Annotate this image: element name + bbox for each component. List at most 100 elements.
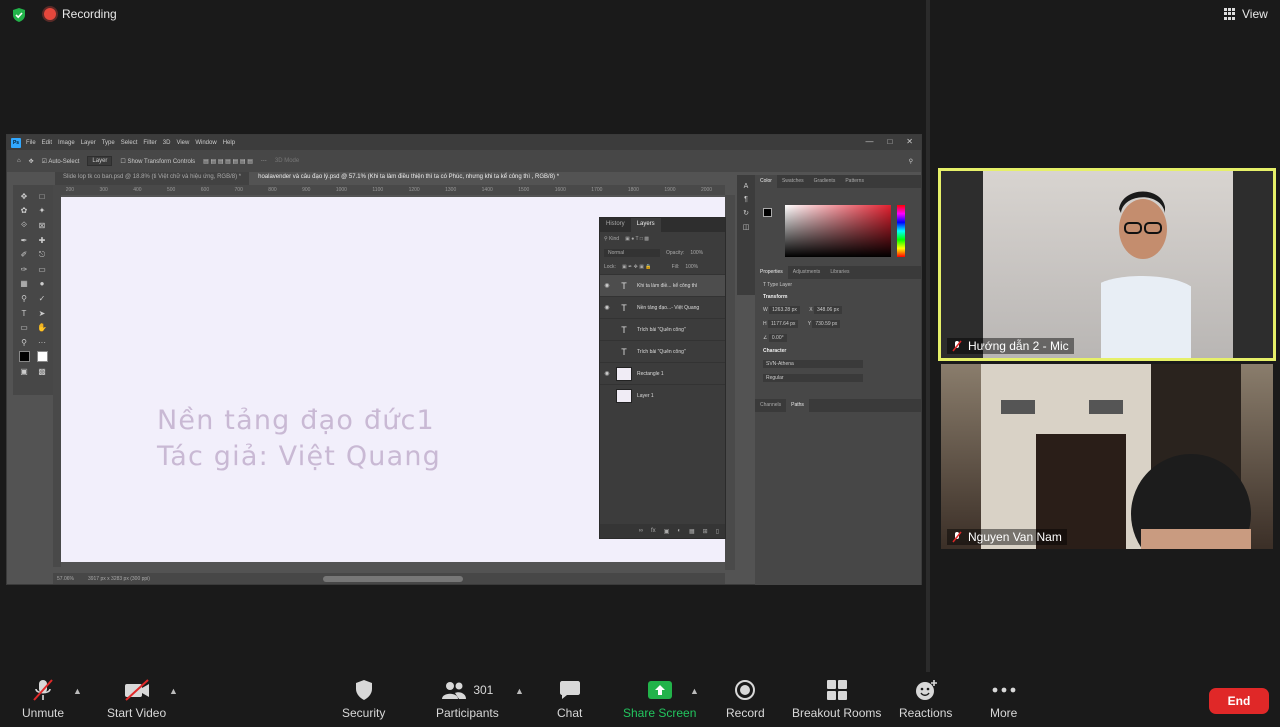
layer-row[interactable]: ◉ T Nền tảng đạo...- Việt Quang xyxy=(600,296,725,318)
kind-filter[interactable]: ⚲ Kind xyxy=(604,236,619,242)
breakout-rooms-button[interactable]: Breakout Rooms xyxy=(792,678,881,720)
height-field[interactable]: 1177.64 px xyxy=(768,320,799,328)
marquee-tool-icon[interactable]: □ xyxy=(33,189,51,204)
ps-menu-item[interactable]: File xyxy=(26,140,36,146)
show-transform-checkbox[interactable]: ☐ Show Transform Controls xyxy=(120,158,195,165)
unmute-button[interactable]: Unmute xyxy=(22,678,64,720)
frame-tool-icon[interactable]: ⊠ xyxy=(33,218,51,233)
crop-tool-icon[interactable]: ⟐ xyxy=(15,218,33,233)
chevron-up-icon[interactable]: ▲ xyxy=(515,686,524,696)
ps-horizontal-scrollbar[interactable] xyxy=(323,576,463,582)
tab-libraries[interactable]: Libraries xyxy=(825,266,854,279)
color-swatches[interactable] xyxy=(763,208,777,222)
layer-row[interactable]: Layer 1 xyxy=(600,384,725,406)
eye-icon[interactable]: ◉ xyxy=(600,304,614,311)
tab-layers[interactable]: Layers xyxy=(630,218,661,232)
shape-tool-icon[interactable]: ▭ xyxy=(15,320,33,335)
hue-slider[interactable] xyxy=(897,205,905,257)
tab-paths[interactable]: Paths xyxy=(786,399,809,412)
tab-channels[interactable]: Channels xyxy=(755,399,786,412)
y-field[interactable]: 730.59 px xyxy=(812,320,841,328)
font-family-dropdown[interactable]: SVN-Athena xyxy=(763,360,863,368)
stamp-tool-icon[interactable]: ⎋ xyxy=(33,247,51,262)
chat-button[interactable]: Chat xyxy=(557,678,582,720)
eraser-icon[interactable]: ▭ xyxy=(33,262,51,277)
share-screen-button[interactable]: Share Screen xyxy=(623,678,696,720)
font-style-dropdown[interactable]: Regular xyxy=(763,374,863,382)
ps-menu-item[interactable]: Select xyxy=(121,140,138,146)
filter-icons[interactable]: ▣ ● T □ ▩ xyxy=(625,236,649,242)
ps-menu-item[interactable]: Filter xyxy=(143,140,156,146)
ps-menu-item[interactable]: Type xyxy=(102,140,115,146)
lasso-tool-icon[interactable]: ✿ xyxy=(15,204,33,219)
maximize-icon[interactable]: □ xyxy=(887,137,892,146)
dodge-tool-icon[interactable]: ⚲ xyxy=(15,291,33,306)
eyedropper-icon[interactable]: ✒ xyxy=(15,233,33,248)
trash-icon[interactable]: ▯ xyxy=(716,528,719,535)
minimize-icon[interactable]: — xyxy=(865,137,873,146)
more-icon[interactable]: ··· xyxy=(261,158,267,164)
more-tools-icon[interactable]: ··· xyxy=(33,335,51,350)
doc-tab-active[interactable]: hoalavender và câu đạo lý.psd @ 57.1% (K… xyxy=(250,172,568,185)
fx-icon[interactable]: fx xyxy=(651,528,656,534)
chevron-up-icon[interactable]: ▲ xyxy=(73,686,82,696)
split-divider[interactable] xyxy=(926,0,930,672)
tab-gradients[interactable]: Gradients xyxy=(809,175,841,188)
transform-heading[interactable]: Transform xyxy=(755,291,921,303)
move-tool-icon[interactable]: ✥ xyxy=(29,158,34,165)
home-icon[interactable]: ⌂ xyxy=(17,158,21,164)
folder-icon[interactable]: ▦ xyxy=(689,528,695,535)
gradient-tool-icon[interactable]: ▦ xyxy=(15,277,33,292)
align-icons[interactable]: ▤ ▤ ▤ ▤ ▤ ▤ ▤ xyxy=(203,158,253,165)
tab-adjustments[interactable]: Adjustments xyxy=(788,266,826,279)
move-tool-icon[interactable]: ✥ xyxy=(15,189,33,204)
participants-button[interactable]: 301 Participants xyxy=(436,678,499,720)
record-button[interactable]: Record xyxy=(726,678,765,720)
opacity-value[interactable]: 100% xyxy=(690,250,703,256)
ps-menu-item[interactable]: Help xyxy=(223,140,235,146)
start-video-button[interactable]: Start Video xyxy=(107,678,166,720)
tab-patterns[interactable]: Patterns xyxy=(840,175,869,188)
security-button[interactable]: Security xyxy=(342,678,385,720)
tab-properties[interactable]: Properties xyxy=(755,266,788,279)
layer-row[interactable]: T Trích bài "Quên công" xyxy=(600,340,725,362)
angle-field[interactable]: 0.00° xyxy=(768,334,787,342)
zoom-level[interactable]: 57.06% xyxy=(57,576,74,582)
ps-menu-item[interactable]: Window xyxy=(195,140,216,146)
layer-select-dropdown[interactable]: Layer xyxy=(87,156,113,166)
type-tool-icon[interactable]: T xyxy=(15,306,33,321)
zoom-tool-icon[interactable]: ⚲ xyxy=(15,335,33,350)
blend-mode-dropdown[interactable]: Normal xyxy=(604,249,660,257)
ps-menu-item[interactable]: Edit xyxy=(42,140,52,146)
ps-menu-item[interactable]: View xyxy=(176,140,189,146)
ps-menu-item[interactable]: Image xyxy=(58,140,75,146)
video-tile-active-speaker[interactable]: Hướng dẫn 2 - Mic xyxy=(938,168,1276,361)
link-icon[interactable]: ∞ xyxy=(639,528,643,534)
reactions-button[interactable]: Reactions xyxy=(899,678,952,720)
pen-tool-icon[interactable]: ✓ xyxy=(33,291,51,306)
layers-icon[interactable]: ◫ xyxy=(743,223,750,231)
shield-icon[interactable] xyxy=(11,7,27,23)
mask-icon[interactable]: ▣ xyxy=(664,528,670,535)
tab-swatches[interactable]: Swatches xyxy=(777,175,809,188)
foreground-color-swatch[interactable] xyxy=(15,350,33,365)
auto-select-checkbox[interactable]: ☑ Auto-Select xyxy=(42,158,80,165)
blur-tool-icon[interactable]: ● xyxy=(33,277,51,292)
hand-tool-icon[interactable]: ✋ xyxy=(33,320,51,335)
tab-color[interactable]: Color xyxy=(755,175,777,188)
paragraph-icon[interactable]: ¶ xyxy=(744,196,748,203)
chevron-up-icon[interactable]: ▲ xyxy=(690,686,699,696)
layer-row[interactable]: ◉ Rectangle 1 xyxy=(600,362,725,384)
character-heading[interactable]: Character xyxy=(755,345,921,357)
layer-row[interactable]: ◉ T Khi ta làm điề... kể công thì xyxy=(600,274,725,296)
quick-mask-icon[interactable]: ▣ xyxy=(15,364,33,379)
character-icon[interactable]: A xyxy=(744,183,749,190)
eye-icon[interactable]: ◉ xyxy=(600,370,614,377)
lock-icons[interactable]: ▣ ✒ ✥ ▣ 🔒 xyxy=(622,264,652,270)
new-layer-icon[interactable]: ⊞ xyxy=(703,528,708,535)
x-field[interactable]: 348.06 px xyxy=(814,306,842,314)
chevron-up-icon[interactable]: ▲ xyxy=(169,686,178,696)
ps-vertical-scrollbar[interactable] xyxy=(725,195,735,570)
background-color-swatch[interactable] xyxy=(33,350,51,365)
view-button[interactable]: View xyxy=(1224,7,1268,21)
